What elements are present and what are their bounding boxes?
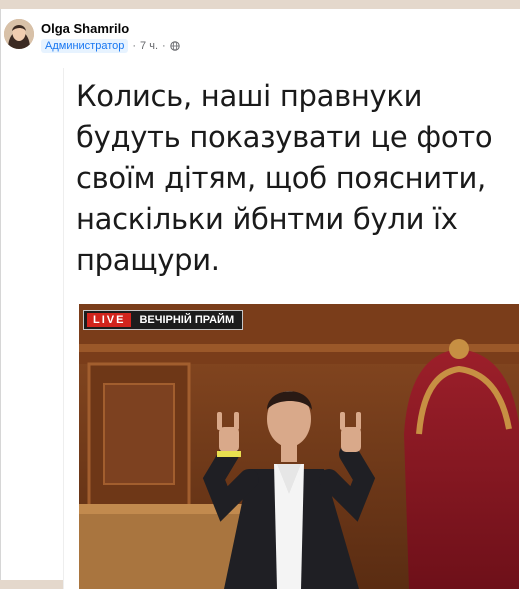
meme-photo: LIVE ВЕЧІРНІЙ ПРАЙМ	[79, 304, 519, 589]
author-avatar[interactable]	[4, 19, 34, 49]
post-meta: Администратор · 7 ч. ·	[41, 39, 180, 53]
globe-icon[interactable]	[169, 41, 180, 51]
author-name[interactable]: Olga Shamrilo	[41, 21, 129, 36]
post-card: Olga Shamrilo Администратор · 7 ч. · Кол…	[0, 9, 520, 589]
meme-caption: Колись, наші правнуки будуть показувати …	[76, 79, 493, 277]
post-time[interactable]: 7 ч.	[140, 40, 158, 52]
show-name: ВЕЧІРНІЙ ПРАЙМ	[139, 314, 235, 326]
live-banner: LIVE ВЕЧІРНІЙ ПРАЙМ	[83, 310, 244, 330]
meta-separator-2: ·	[162, 40, 166, 52]
live-label: LIVE	[87, 313, 132, 327]
meta-separator: ·	[132, 40, 137, 52]
photo-illustration	[79, 304, 519, 589]
role-badge[interactable]: Администратор	[41, 39, 129, 53]
meme-image[interactable]: Колись, наші правнуки будуть показувати …	[63, 68, 520, 589]
